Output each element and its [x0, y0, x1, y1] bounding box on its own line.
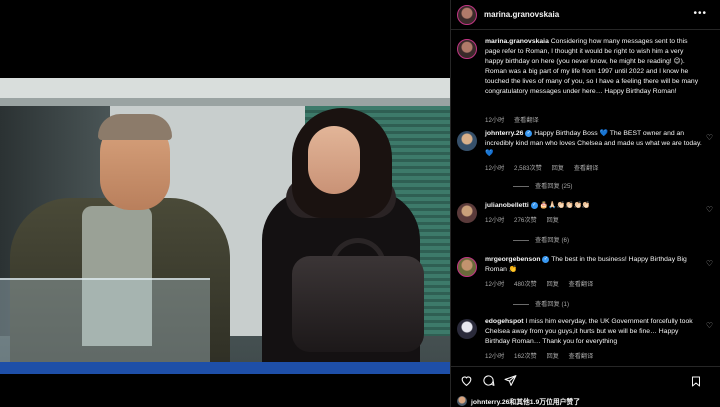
comment-text: julianobelletti ✓ 🎂🙏🏻👏🏻👏🏻👏🏻👏🏻: [485, 201, 703, 211]
reply-button[interactable]: 回复: [546, 281, 558, 288]
comment-time[interactable]: 12小时: [485, 353, 504, 360]
comments-list[interactable]: marina.granovskaia Considering how many …: [451, 31, 720, 366]
comment-body: 🎂🙏🏻👏🏻👏🏻👏🏻👏🏻: [539, 202, 591, 209]
bookmark-icon[interactable]: [689, 374, 703, 388]
comment-meta: 12小时 162次赞 回复 查看翻译: [485, 351, 601, 360]
reply-button[interactable]: 回复: [546, 353, 558, 360]
caption-time[interactable]: 12小时: [485, 117, 504, 124]
see-translation-link[interactable]: 查看翻译: [569, 281, 594, 288]
comment-meta: 12小时 480次赞 回复 查看翻译: [485, 279, 601, 288]
glass-barrier: [0, 278, 210, 364]
caption-text: marina.granovskaia Considering how many …: [485, 37, 703, 97]
avatar[interactable]: [457, 319, 477, 339]
post-details-panel: marina.granovskaia ••• marina.granovskai…: [450, 0, 720, 407]
verified-badge-icon: ✓: [530, 201, 538, 209]
heart-outline-icon[interactable]: ♡: [706, 321, 713, 330]
stadium-roof-edge: [0, 98, 450, 106]
comment-username[interactable]: julianobelletti: [485, 202, 529, 209]
comment-likes[interactable]: 162次赞: [514, 353, 537, 360]
post-header: marina.granovskaia •••: [451, 0, 720, 30]
view-replies-button[interactable]: 查看回复 (1): [513, 299, 569, 308]
comment-username[interactable]: johnterry.26: [485, 130, 523, 137]
avatar: [457, 395, 467, 406]
comment-likes[interactable]: 2,583次赞: [514, 165, 542, 172]
comment-meta: 12小时 2,583次赞 回复 查看翻译: [485, 163, 606, 172]
header-username[interactable]: marina.granovskaia: [484, 10, 559, 19]
avatar[interactable]: [457, 4, 477, 25]
post-media[interactable]: [0, 0, 450, 407]
reply-button[interactable]: 回复: [546, 217, 558, 224]
comment-username[interactable]: edogehspot: [485, 318, 524, 325]
more-horizontal-icon[interactable]: •••: [693, 8, 707, 19]
likes-summary[interactable]: johnterry.26和其他1.9万位用户赞了: [457, 394, 717, 407]
caption-meta: 12小时 查看翻译: [485, 115, 547, 124]
avatar[interactable]: [457, 39, 477, 59]
view-replies-button[interactable]: 查看回复 (25): [513, 181, 572, 190]
comment-text: mrgeorgebenson ✓ The best in the busines…: [485, 255, 703, 275]
comment-username[interactable]: mrgeorgebenson: [485, 256, 541, 263]
comment-time[interactable]: 12小时: [485, 165, 504, 172]
heart-outline-icon[interactable]: ♡: [706, 259, 713, 268]
man-hair: [98, 114, 172, 140]
comment-likes[interactable]: 276次赞: [514, 217, 537, 224]
avatar[interactable]: [457, 257, 477, 277]
avatar[interactable]: [457, 203, 477, 223]
handbag: [292, 256, 424, 352]
comment-meta: 12小时 276次赞 回复: [485, 215, 567, 224]
reply-button[interactable]: 回复: [552, 165, 564, 172]
comment-text: johnterry.26 ✓ Happy Birthday Boss 💙 The…: [485, 129, 703, 159]
avatar[interactable]: [457, 131, 477, 151]
post-actions-bar: [451, 366, 720, 394]
comment-time[interactable]: 12小时: [485, 217, 504, 224]
see-translation-link[interactable]: 查看翻译: [514, 117, 539, 124]
heart-outline-icon[interactable]: ♡: [706, 133, 713, 142]
blue-rail: [0, 362, 450, 374]
see-translation-link[interactable]: 查看翻译: [569, 353, 594, 360]
verified-badge-icon: ✓: [542, 255, 550, 263]
comment-text: edogehspot I miss him everyday, the UK G…: [485, 317, 703, 347]
caption-username[interactable]: marina.granovskaia: [485, 38, 549, 45]
post-photo[interactable]: [0, 78, 450, 374]
paper-plane-icon[interactable]: [503, 374, 517, 388]
comment-icon[interactable]: [481, 374, 495, 388]
heart-outline-icon[interactable]: ♡: [706, 205, 713, 214]
caption-body: Considering how many messages sent to th…: [485, 38, 699, 95]
heart-outline-icon[interactable]: [459, 374, 473, 388]
view-replies-button[interactable]: 查看回复 (6): [513, 235, 569, 244]
see-translation-link[interactable]: 查看翻译: [574, 165, 599, 172]
stadium-roof: [0, 78, 450, 98]
comment-time[interactable]: 12小时: [485, 281, 504, 288]
likes-text[interactable]: johnterry.26和其他1.9万位用户赞了: [471, 396, 580, 406]
verified-badge-icon: ✓: [525, 129, 533, 137]
comment-likes[interactable]: 480次赞: [514, 281, 537, 288]
woman-face: [308, 126, 360, 194]
